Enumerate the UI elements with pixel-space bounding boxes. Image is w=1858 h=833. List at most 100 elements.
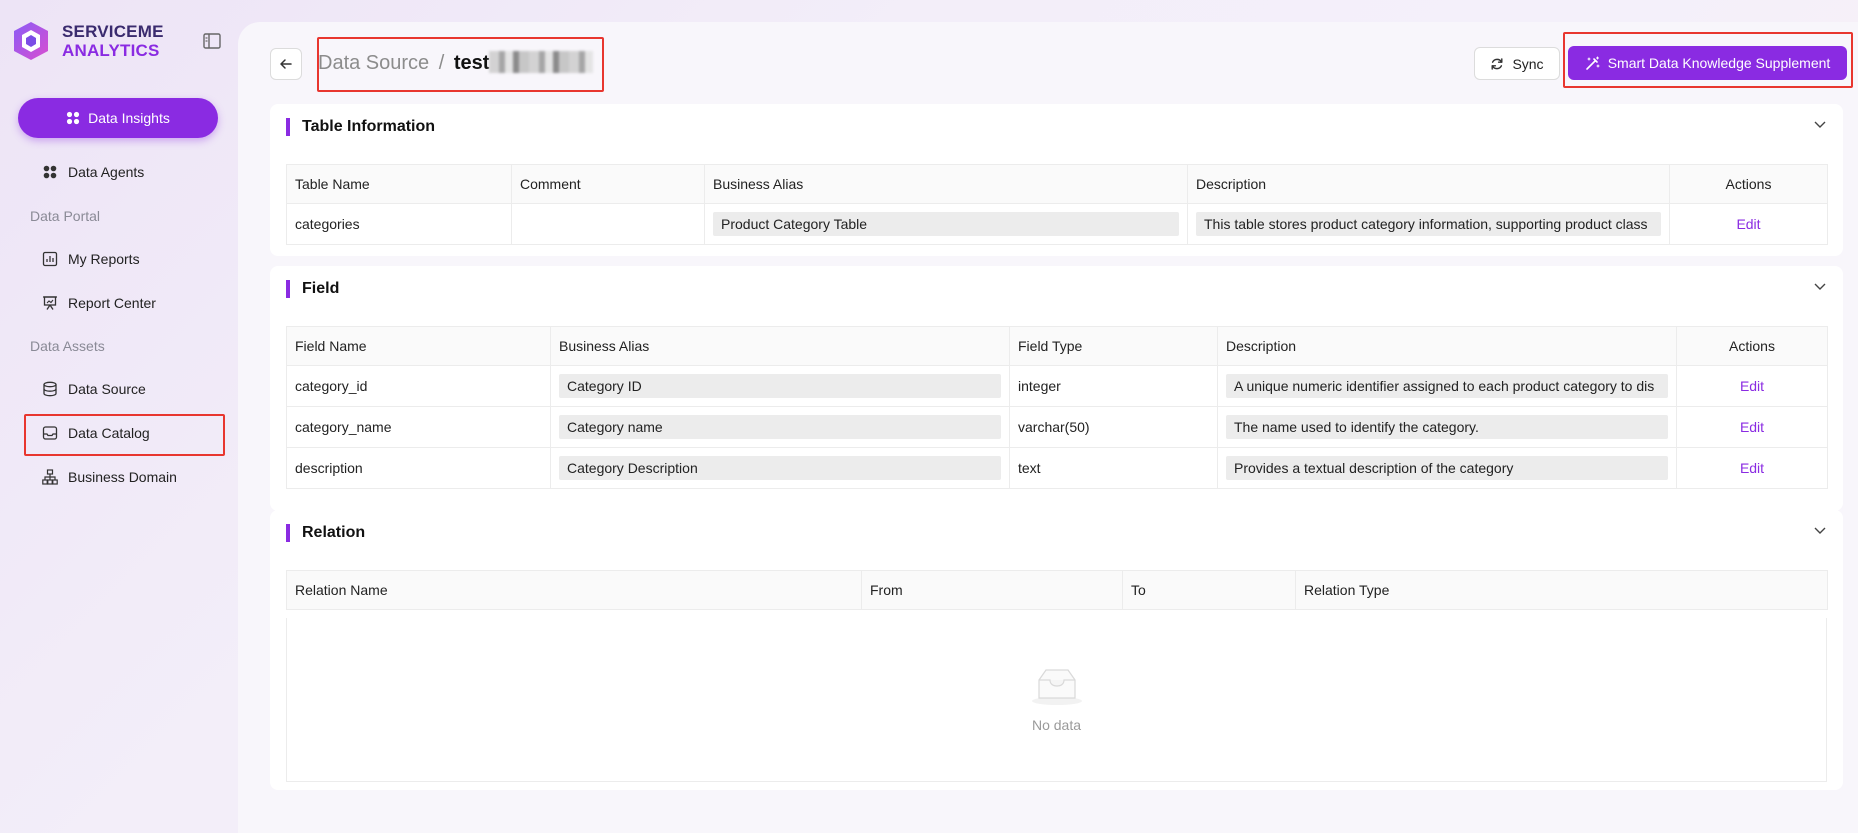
chevron-down-icon[interactable] <box>1813 526 1827 536</box>
column-header: Business Alias <box>550 326 1010 366</box>
type-cell: varchar(50) <box>1009 406 1218 448</box>
sidebar-item-data-source[interactable]: Data Source <box>30 369 222 409</box>
description-field[interactable]: Provides a textual description of the ca… <box>1226 456 1668 480</box>
column-header: Field Type <box>1009 326 1218 366</box>
brand-subname: ANALYTICS <box>62 41 160 60</box>
report-chart-icon <box>42 251 58 267</box>
data-insights-label: Data Insights <box>88 110 170 126</box>
column-header: Actions <box>1669 164 1828 204</box>
sidebar: SERVICEME ANALYTICS Data Insights Data A… <box>0 0 238 833</box>
sidebar-item-data-agents[interactable]: Data Agents <box>30 152 222 192</box>
arrow-left-icon <box>280 59 292 69</box>
database-icon <box>43 381 57 397</box>
table-row: description Category Description text Pr… <box>286 447 1828 489</box>
alias-cell: Category name <box>550 406 1010 448</box>
sidebar-item-report-center[interactable]: Report Center <box>30 283 222 323</box>
brand[interactable]: SERVICEME ANALYTICS <box>12 20 164 62</box>
sidebar-item-label: My Reports <box>68 251 140 267</box>
column-header: Comment <box>511 164 705 204</box>
table-row: categories Product Category Table This t… <box>286 203 1828 245</box>
alias-field[interactable]: Category Description <box>559 456 1001 480</box>
smart-knowledge-button[interactable]: Smart Data Knowledge Supplement <box>1568 46 1847 80</box>
type-cell: integer <box>1009 365 1218 407</box>
actions-cell: Edit <box>1676 406 1828 448</box>
grid-dots-icon <box>67 111 80 125</box>
field-table: Field Name Business Alias Field Type Des… <box>286 326 1828 489</box>
chevron-down-icon[interactable] <box>1813 120 1827 130</box>
sync-label: Sync <box>1512 55 1544 72</box>
section-data-assets: Data Assets <box>30 338 105 354</box>
actions-cell: Edit <box>1676 365 1828 407</box>
redacted-block <box>489 51 594 73</box>
column-header: From <box>861 570 1123 610</box>
column-header: To <box>1122 570 1296 610</box>
column-header: Actions <box>1676 326 1828 366</box>
data-insights-button[interactable]: Data Insights <box>18 98 218 138</box>
sync-button[interactable]: Sync <box>1474 47 1560 80</box>
empty-box-icon <box>1031 669 1082 705</box>
table-row: category_id Category ID integer A unique… <box>286 365 1828 407</box>
card-title: Relation <box>286 524 365 542</box>
table-header-row: Relation Name From To Relation Type <box>286 570 1828 610</box>
description-cell: This table stores product category infor… <box>1187 203 1670 245</box>
table-info-table: Table Name Comment Business Alias Descri… <box>286 164 1828 245</box>
alias-cell: Category Description <box>550 447 1010 489</box>
alias-field[interactable]: Category ID <box>559 374 1001 398</box>
column-header: Description <box>1217 326 1677 366</box>
section-data-portal: Data Portal <box>30 208 101 224</box>
main-panel: Data Source / test Sync Smart Data Knowl… <box>238 22 1858 833</box>
table-information-card: Table Information Table Name Comment Bus… <box>270 104 1843 256</box>
column-header: Field Name <box>286 326 551 366</box>
sidebar-item-my-reports[interactable]: My Reports <box>30 239 222 279</box>
table-header-row: Table Name Comment Business Alias Descri… <box>286 164 1828 204</box>
sidebar-item-label: Data Catalog <box>68 425 150 441</box>
description-field[interactable]: This table stores product category infor… <box>1196 212 1661 236</box>
table-header-row: Field Name Business Alias Field Type Des… <box>286 326 1828 366</box>
actions-cell: Edit <box>1669 203 1828 245</box>
sidebar-collapse-icon[interactable] <box>203 33 221 49</box>
field-card: Field Field Name Business Alias Field Ty… <box>270 266 1843 511</box>
edit-link[interactable]: Edit <box>1736 216 1760 232</box>
inbox-tray-icon <box>42 426 58 440</box>
description-field[interactable]: A unique numeric identifier assigned to … <box>1226 374 1668 398</box>
relation-card: Relation Relation Name From To Relation … <box>270 510 1843 790</box>
field-name-cell: category_id <box>286 365 551 407</box>
magic-wand-icon <box>1585 55 1600 70</box>
smart-knowledge-label: Smart Data Knowledge Supplement <box>1607 55 1831 71</box>
alias-field[interactable]: Category name <box>559 415 1001 439</box>
alias-cell: Category ID <box>550 365 1010 407</box>
business-alias-field[interactable]: Product Category Table <box>713 212 1179 236</box>
column-header: Business Alias <box>704 164 1188 204</box>
back-button[interactable] <box>270 48 302 80</box>
field-name-cell: category_name <box>286 406 551 448</box>
sidebar-item-business-domain[interactable]: Business Domain <box>30 457 222 497</box>
description-cell: Provides a textual description of the ca… <box>1217 447 1677 489</box>
description-cell: A unique numeric identifier assigned to … <box>1217 365 1677 407</box>
edit-link[interactable]: Edit <box>1740 378 1764 394</box>
description-cell: The name used to identify the category. <box>1217 406 1677 448</box>
description-field[interactable]: The name used to identify the category. <box>1226 415 1668 439</box>
presentation-icon <box>43 296 57 310</box>
column-header: Description <box>1187 164 1670 204</box>
sidebar-item-label: Data Source <box>68 381 146 397</box>
brand-name: SERVICEME <box>62 22 164 41</box>
edit-link[interactable]: Edit <box>1740 419 1764 435</box>
breadcrumb-parent[interactable]: Data Source <box>318 52 429 74</box>
column-header: Table Name <box>286 164 512 204</box>
actions-cell: Edit <box>1676 447 1828 489</box>
chevron-down-icon[interactable] <box>1813 282 1827 292</box>
field-name-cell: description <box>286 447 551 489</box>
brand-logo-icon <box>14 22 48 60</box>
column-header: Relation Type <box>1295 570 1828 610</box>
edit-link[interactable]: Edit <box>1740 460 1764 476</box>
comment-cell <box>511 203 705 245</box>
breadcrumb-current: test <box>453 52 490 74</box>
empty-text: No data <box>1031 717 1082 733</box>
card-title: Table Information <box>286 118 435 136</box>
card-title: Field <box>286 280 339 298</box>
hierarchy-icon <box>42 469 58 485</box>
agents-icon <box>43 165 57 179</box>
empty-state: No data <box>286 618 1827 782</box>
breadcrumb: Data Source / test <box>318 50 594 76</box>
sidebar-item-data-catalog[interactable]: Data Catalog <box>30 413 222 453</box>
